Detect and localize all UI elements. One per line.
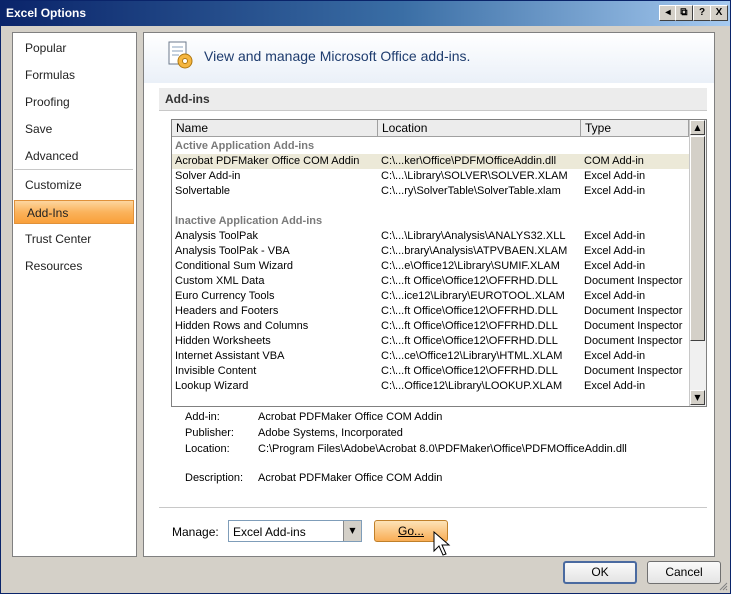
table-row[interactable]: Analysis ToolPak C:\...\Library\Analysis… (172, 229, 689, 244)
detail-label-description: Description: (185, 472, 244, 484)
table-row[interactable]: Internet Assistant VBA C:\...ce\Office12… (172, 349, 689, 364)
table-row[interactable]: Acrobat PDFMaker Office COM Addin C:\...… (172, 154, 689, 169)
close-icon[interactable]: X (710, 5, 728, 21)
table-row[interactable]: Analysis ToolPak - VBA C:\...brary\Analy… (172, 244, 689, 259)
window-title: Excel Options (6, 6, 87, 20)
detail-value-publisher: Adobe Systems, Incorporated (258, 427, 403, 439)
ok-button[interactable]: OK (563, 561, 637, 584)
section-title: Add-ins (165, 92, 210, 106)
nav-item-add-ins[interactable]: Add-Ins (14, 200, 134, 224)
restore-icon[interactable]: ⧉ (675, 5, 693, 21)
nav-item-customize[interactable]: Customize (13, 173, 134, 197)
divider (159, 507, 707, 508)
pane-heading: View and manage Microsoft Office add-ins… (204, 48, 471, 64)
manage-label: Manage: (172, 525, 219, 539)
nav-item-save[interactable]: Save (13, 117, 134, 141)
manage-select-value: Excel Add-ins (233, 525, 306, 539)
section-header: Add-ins (159, 88, 707, 111)
pane-header: View and manage Microsoft Office add-ins… (144, 33, 714, 83)
table-row[interactable]: Custom XML Data C:\...ft Office\Office12… (172, 274, 689, 289)
detail-label-publisher: Publisher: (185, 427, 234, 439)
table-row[interactable]: Hidden Rows and Columns C:\...ft Office\… (172, 319, 689, 334)
table-row[interactable]: Headers and Footers C:\...ft Office\Offi… (172, 304, 689, 319)
chevron-down-icon[interactable]: ▼ (343, 521, 361, 541)
nav-item-advanced[interactable]: Advanced (13, 144, 134, 168)
table-row[interactable]: Lookup Wizard C:\...Office12\Library\LOO… (172, 379, 689, 394)
help-icon[interactable]: ? (693, 5, 711, 21)
detail-value-description: Acrobat PDFMaker Office COM Addin (258, 472, 443, 484)
excel-options-dialog: Excel Options ◂ ⧉ ? X Popular Formulas P… (0, 0, 731, 594)
nav-divider (14, 169, 133, 170)
group-label-active: Active Application Add-ins (175, 140, 315, 152)
nav-item-popular[interactable]: Popular (13, 36, 134, 60)
table-row[interactable]: Conditional Sum Wizard C:\...e\Office12\… (172, 259, 689, 274)
table-row[interactable]: Hidden Worksheets C:\...ft Office\Office… (172, 334, 689, 349)
detail-value-location: C:\Program Files\Adobe\Acrobat 8.0\PDFMa… (258, 443, 627, 455)
nav-item-trust-center[interactable]: Trust Center (13, 227, 134, 251)
scroll-down-icon[interactable]: ▼ (690, 390, 705, 405)
detail-label-location: Location: (185, 443, 230, 455)
resize-grip-icon[interactable] (718, 581, 728, 591)
add-ins-list[interactable]: Name Location Type Active Application Ad… (171, 119, 707, 407)
column-header-type[interactable]: Type (581, 120, 689, 137)
mouse-cursor-icon (433, 531, 451, 556)
table-row[interactable]: Solvertable C:\...ry\SolverTable\SolverT… (172, 184, 689, 199)
table-row[interactable]: Invisible Content C:\...ft Office\Office… (172, 364, 689, 379)
options-nav: Popular Formulas Proofing Save Advanced … (12, 32, 137, 557)
column-header-name[interactable]: Name (172, 120, 378, 137)
detail-value-addin: Acrobat PDFMaker Office COM Addin (258, 411, 443, 423)
nav-item-formulas[interactable]: Formulas (13, 63, 134, 87)
nav-item-resources[interactable]: Resources (13, 254, 134, 278)
table-row[interactable]: Solver Add-in C:\...\Library\SOLVER\SOLV… (172, 169, 689, 184)
scroll-thumb[interactable] (690, 136, 705, 341)
add-ins-pane: View and manage Microsoft Office add-ins… (143, 32, 715, 557)
column-header-location[interactable]: Location (378, 120, 581, 137)
cancel-button[interactable]: Cancel (647, 561, 721, 584)
detail-label-addin: Add-in: (185, 411, 220, 423)
group-label-inactive: Inactive Application Add-ins (175, 215, 323, 227)
manage-select[interactable]: Excel Add-ins ▼ (228, 520, 362, 542)
scroll-up-icon[interactable]: ▲ (690, 120, 705, 135)
nav-item-proofing[interactable]: Proofing (13, 90, 134, 114)
table-row[interactable]: Euro Currency Tools C:\...ice12\Library\… (172, 289, 689, 304)
list-scrollbar[interactable]: ▲ ▼ (689, 120, 706, 406)
title-bar[interactable]: Excel Options ◂ ⧉ ? X (1, 1, 730, 26)
addins-gear-icon (168, 41, 193, 69)
